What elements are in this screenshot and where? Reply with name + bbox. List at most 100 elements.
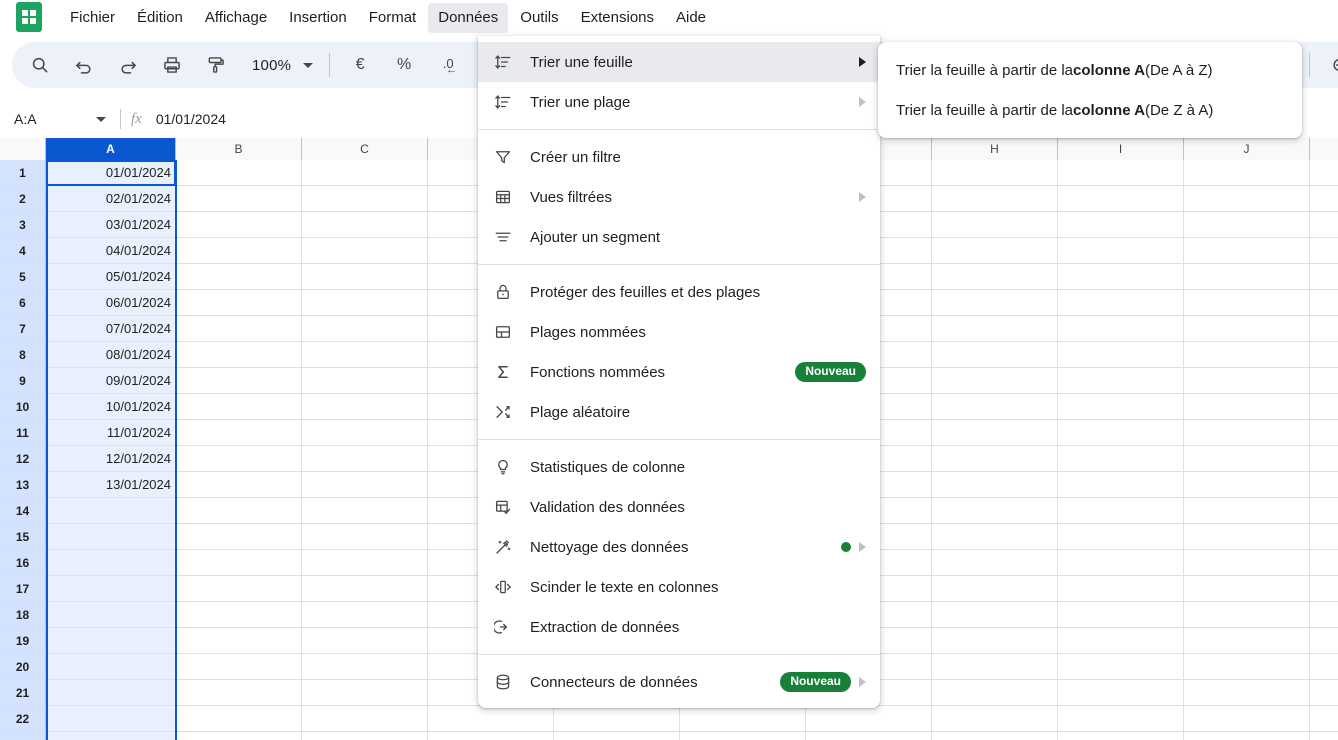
cell-B19[interactable] (176, 628, 302, 654)
menu-item-plages-nomm-es[interactable]: Plages nommées (478, 312, 880, 352)
cell-A22[interactable] (46, 706, 176, 732)
cell-K1[interactable] (1310, 160, 1338, 186)
cell-B17[interactable] (176, 576, 302, 602)
row-header-16[interactable]: 16 (0, 550, 46, 576)
menu-outils[interactable]: Outils (510, 3, 568, 33)
cell-C10[interactable] (302, 394, 428, 420)
cell-A20[interactable] (46, 654, 176, 680)
cell-B3[interactable] (176, 212, 302, 238)
search-icon[interactable] (21, 48, 59, 82)
cell-J8[interactable] (1184, 342, 1310, 368)
cell-B8[interactable] (176, 342, 302, 368)
cell-I16[interactable] (1058, 550, 1184, 576)
cell-H20[interactable] (932, 654, 1058, 680)
sort-option-a-z[interactable]: Trier la feuille à partir de la colonne … (878, 50, 1302, 90)
cell-K20[interactable] (1310, 654, 1338, 680)
cell-C5[interactable] (302, 264, 428, 290)
column-header-i[interactable]: I (1058, 138, 1184, 160)
cell-C16[interactable] (302, 550, 428, 576)
cell-K18[interactable] (1310, 602, 1338, 628)
cell-H9[interactable] (932, 368, 1058, 394)
cell-C14[interactable] (302, 498, 428, 524)
cell-J16[interactable] (1184, 550, 1310, 576)
row-header-6[interactable]: 6 (0, 290, 46, 316)
row-header-8[interactable]: 8 (0, 342, 46, 368)
cell-B11[interactable] (176, 420, 302, 446)
cell-C13[interactable] (302, 472, 428, 498)
cell-K17[interactable] (1310, 576, 1338, 602)
row-header-20[interactable]: 20 (0, 654, 46, 680)
cell-A5[interactable]: 05/01/2024 (46, 264, 176, 290)
cell-H12[interactable] (932, 446, 1058, 472)
cell-I22[interactable] (1058, 706, 1184, 732)
row-header-9[interactable]: 9 (0, 368, 46, 394)
cell-H6[interactable] (932, 290, 1058, 316)
cell-C4[interactable] (302, 238, 428, 264)
menu-item-statistiques-de-colonne[interactable]: Statistiques de colonne (478, 447, 880, 487)
menu-item-connecteurs-de-donn-es[interactable]: Connecteurs de données Nouveau (478, 662, 880, 702)
cell-A11[interactable]: 11/01/2024 (46, 420, 176, 446)
cell-A2[interactable]: 02/01/2024 (46, 186, 176, 212)
cell-A10[interactable]: 10/01/2024 (46, 394, 176, 420)
menu-edition[interactable]: Édition (127, 3, 193, 33)
cell-B2[interactable] (176, 186, 302, 212)
cell-A3[interactable]: 03/01/2024 (46, 212, 176, 238)
row-header-12[interactable]: 12 (0, 446, 46, 472)
menu-item-nettoyage-des-donn-es[interactable]: Nettoyage des données (478, 527, 880, 567)
cell-J3[interactable] (1184, 212, 1310, 238)
cell-G22[interactable] (806, 706, 932, 732)
cell-J18[interactable] (1184, 602, 1310, 628)
print-icon[interactable] (153, 48, 191, 82)
cell-E23[interactable] (554, 732, 680, 740)
cell-B21[interactable] (176, 680, 302, 706)
cell-C7[interactable] (302, 316, 428, 342)
cell-A23[interactable] (46, 732, 176, 740)
cell-I11[interactable] (1058, 420, 1184, 446)
menu-donnees[interactable]: Données (428, 3, 509, 33)
cell-B5[interactable] (176, 264, 302, 290)
cell-J21[interactable] (1184, 680, 1310, 706)
cell-J23[interactable] (1184, 732, 1310, 740)
cell-J13[interactable] (1184, 472, 1310, 498)
cell-I20[interactable] (1058, 654, 1184, 680)
cell-H7[interactable] (932, 316, 1058, 342)
cell-H4[interactable] (932, 238, 1058, 264)
row-header-22[interactable]: 22 (0, 706, 46, 732)
cell-C3[interactable] (302, 212, 428, 238)
column-header-h[interactable]: H (932, 138, 1058, 160)
cell-K3[interactable] (1310, 212, 1338, 238)
cell-C9[interactable] (302, 368, 428, 394)
paint-format-icon[interactable] (197, 48, 235, 82)
cell-F23[interactable] (680, 732, 806, 740)
cell-H13[interactable] (932, 472, 1058, 498)
cell-C2[interactable] (302, 186, 428, 212)
cell-C20[interactable] (302, 654, 428, 680)
cell-A18[interactable] (46, 602, 176, 628)
row-header-18[interactable]: 18 (0, 602, 46, 628)
cell-H2[interactable] (932, 186, 1058, 212)
cell-B4[interactable] (176, 238, 302, 264)
undo-icon[interactable] (65, 48, 103, 82)
column-header-b[interactable]: B (176, 138, 302, 160)
row-header-23[interactable]: 23 (0, 732, 46, 740)
cell-I15[interactable] (1058, 524, 1184, 550)
menu-item-validation-des-donn-es[interactable]: Validation des données (478, 487, 880, 527)
cell-J9[interactable] (1184, 368, 1310, 394)
cell-B9[interactable] (176, 368, 302, 394)
row-header-10[interactable]: 10 (0, 394, 46, 420)
cell-C19[interactable] (302, 628, 428, 654)
cell-K11[interactable] (1310, 420, 1338, 446)
column-header-j[interactable]: J (1184, 138, 1310, 160)
cell-I8[interactable] (1058, 342, 1184, 368)
redo-icon[interactable] (109, 48, 147, 82)
cell-C8[interactable] (302, 342, 428, 368)
row-header-4[interactable]: 4 (0, 238, 46, 264)
cell-I5[interactable] (1058, 264, 1184, 290)
cell-K14[interactable] (1310, 498, 1338, 524)
cell-H16[interactable] (932, 550, 1058, 576)
cell-A21[interactable] (46, 680, 176, 706)
cell-B15[interactable] (176, 524, 302, 550)
cell-B20[interactable] (176, 654, 302, 680)
cell-H18[interactable] (932, 602, 1058, 628)
menu-item-ajouter-un-segment[interactable]: Ajouter un segment (478, 217, 880, 257)
